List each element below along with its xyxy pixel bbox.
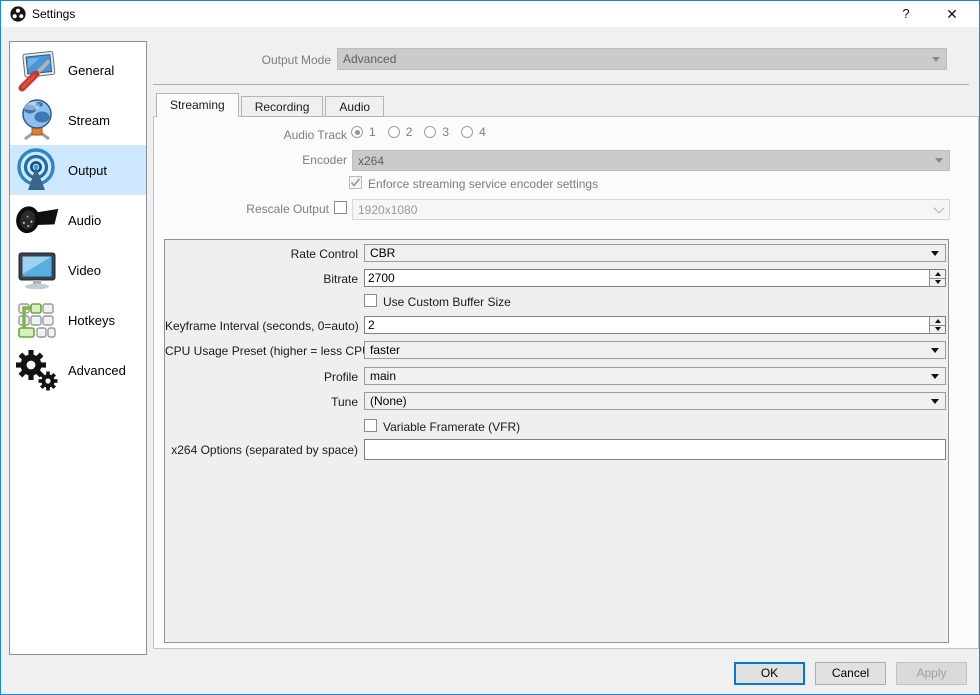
- video-icon: [18, 252, 56, 290]
- spin-down-button[interactable]: [930, 278, 945, 286]
- spin-up-button[interactable]: [930, 317, 945, 326]
- arrow-down-icon: [934, 280, 941, 285]
- settings-window: Settings ? ✕ General Stream Output Audio…: [0, 0, 980, 695]
- spin-down-button[interactable]: [930, 325, 945, 333]
- rescale-resolution-select[interactable]: 1920x1080: [352, 199, 950, 220]
- radio-icon: [461, 126, 474, 138]
- spin-up-button[interactable]: [930, 270, 945, 279]
- spinner-buttons: [929, 270, 945, 286]
- audio-track-radio-group: 1 2 3 4: [351, 125, 486, 139]
- rescale-output-label: Rescale Output: [246, 202, 329, 216]
- audio-track-radio-4[interactable]: 4: [461, 125, 486, 139]
- keyframe-spinbox: [364, 316, 946, 334]
- audio-track-label: Audio Track: [283, 128, 347, 142]
- ok-button[interactable]: OK: [734, 662, 805, 685]
- vfr-checkbox[interactable]: [364, 419, 377, 432]
- encoder-settings-group: Rate Control CBR Bitrate Use Custom Buff…: [164, 239, 949, 643]
- vfr-label: Variable Framerate (VFR): [383, 420, 521, 434]
- radio-icon: [424, 126, 437, 138]
- spinner-buttons: [929, 317, 945, 333]
- audio-icon: [16, 206, 59, 234]
- profile-select[interactable]: main: [364, 367, 946, 385]
- arrow-down-icon: [934, 327, 941, 332]
- chevron-down-icon: [931, 373, 939, 379]
- sidebar-item-label: Output: [68, 162, 108, 178]
- custom-buffer-label: Use Custom Buffer Size: [383, 295, 511, 309]
- hotkeys-icon: [18, 303, 56, 338]
- sidebar-item-label: Audio: [68, 212, 102, 228]
- sidebar-item-label: General: [68, 62, 115, 78]
- check-icon: [350, 178, 361, 187]
- help-button[interactable]: ?: [889, 1, 923, 27]
- settings-sidebar: General Stream Output Audio Video Hotkey…: [9, 41, 147, 655]
- streaming-tab-pane: Audio Track 1 2 3 4 Encoder x264 Enforce…: [153, 116, 979, 649]
- chevron-down-icon: [931, 347, 939, 353]
- chevron-down-icon: [931, 398, 939, 404]
- tab-recording[interactable]: Recording: [240, 96, 324, 117]
- sidebar-item-general[interactable]: General: [10, 45, 146, 95]
- cancel-button[interactable]: Cancel: [815, 662, 886, 685]
- enforce-encoder-label: Enforce streaming service encoder settin…: [368, 177, 599, 191]
- chevron-down-icon: [935, 158, 943, 163]
- section-divider: [153, 84, 969, 85]
- output-icon: [17, 148, 55, 190]
- sidebar-item-output[interactable]: Output: [10, 145, 146, 195]
- audio-track-radio-2[interactable]: 2: [387, 125, 412, 139]
- tune-label: Tune: [331, 395, 358, 409]
- keyframe-interval-label: Keyframe Interval (seconds, 0=auto): [165, 319, 359, 333]
- keyframe-input[interactable]: [365, 317, 929, 333]
- window-title: Settings: [32, 7, 76, 21]
- bitrate-spinbox: [364, 269, 946, 287]
- sidebar-item-advanced[interactable]: Advanced: [10, 345, 146, 395]
- arrow-up-icon: [934, 271, 941, 276]
- sidebar-item-label: Advanced: [68, 362, 126, 378]
- rescale-output-checkbox[interactable]: [334, 201, 347, 214]
- close-button[interactable]: ✕: [935, 1, 969, 27]
- radio-icon: [351, 126, 363, 138]
- encoder-label: Encoder: [302, 153, 347, 167]
- rate-control-select[interactable]: CBR: [364, 244, 946, 262]
- bitrate-label: Bitrate: [323, 272, 358, 286]
- chevron-down-icon: [932, 56, 940, 62]
- x264-options-fieldbox: [364, 439, 946, 460]
- cpu-preset-label: CPU Usage Preset (higher = less CPU): [165, 344, 375, 358]
- tab-audio[interactable]: Audio: [325, 96, 385, 117]
- custom-buffer-checkbox[interactable]: [364, 294, 377, 307]
- tune-select[interactable]: (None): [364, 392, 946, 410]
- advanced-icon: [16, 350, 58, 391]
- sidebar-item-stream[interactable]: Stream: [10, 95, 146, 145]
- enforce-encoder-checkbox[interactable]: [349, 176, 362, 189]
- radio-icon: [387, 126, 400, 138]
- x264-options-input[interactable]: [365, 440, 945, 459]
- sidebar-item-label: Hotkeys: [68, 312, 115, 328]
- obs-logo-icon: [10, 6, 26, 22]
- arrow-up-icon: [934, 318, 941, 323]
- output-mode-label: Output Mode: [261, 53, 331, 67]
- profile-label: Profile: [323, 370, 358, 384]
- sidebar-item-audio[interactable]: Audio: [10, 195, 146, 245]
- output-tabbar: Streaming Recording Audio: [156, 93, 386, 117]
- title-bar: Settings ? ✕: [1, 1, 979, 27]
- audio-track-radio-3[interactable]: 3: [424, 125, 449, 139]
- output-mode-select[interactable]: Advanced: [337, 48, 947, 70]
- cpu-preset-select[interactable]: faster: [364, 341, 946, 359]
- chevron-down-icon: [933, 201, 945, 214]
- sidebar-item-video[interactable]: Video: [10, 245, 146, 295]
- x264-options-label: x264 Options (separated by space): [171, 443, 358, 457]
- bitrate-input[interactable]: [365, 270, 929, 286]
- sidebar-item-label: Stream: [68, 112, 110, 128]
- sidebar-item-label: Video: [68, 262, 102, 278]
- tab-streaming[interactable]: Streaming: [156, 93, 239, 117]
- stream-icon: [22, 99, 52, 141]
- rate-control-label: Rate Control: [290, 247, 358, 261]
- sidebar-item-hotkeys[interactable]: Hotkeys: [10, 295, 146, 345]
- audio-track-radio-1[interactable]: 1: [351, 125, 376, 139]
- apply-button[interactable]: Apply: [896, 662, 967, 685]
- encoder-select[interactable]: x264: [352, 150, 950, 171]
- chevron-down-icon: [931, 250, 939, 256]
- general-icon: [18, 50, 56, 92]
